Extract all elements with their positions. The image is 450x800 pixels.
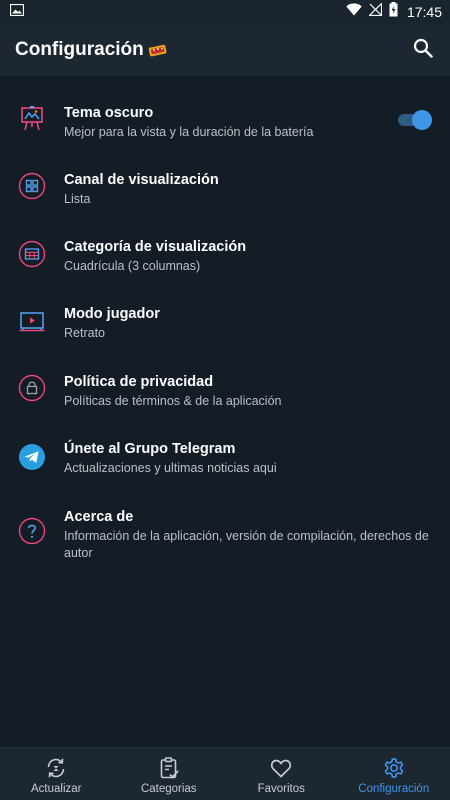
telegram-icon	[17, 442, 47, 472]
heart-icon	[268, 755, 294, 781]
setting-subtitle: Actualizaciones y ultimas noticias aqui	[64, 461, 277, 475]
setting-title: Modo jugador	[64, 306, 160, 322]
setting-subtitle: Retrato	[64, 326, 105, 340]
question-icon	[17, 516, 47, 546]
setting-title: Acerca de	[64, 509, 134, 525]
setting-player-mode[interactable]: Modo jugador Retrato	[0, 305, 450, 365]
status-time: 17:45	[406, 4, 442, 20]
setting-privacy-policy[interactable]: Política de privacidad Políticas de térm…	[0, 373, 450, 433]
setting-title: Canal de visualización	[64, 172, 219, 188]
nav-label: Favoritos	[257, 783, 305, 795]
refresh-icon	[43, 755, 69, 781]
dark-theme-toggle[interactable]	[398, 110, 432, 130]
search-icon	[413, 38, 433, 63]
setting-channel-view[interactable]: Canal de visualización Lista	[0, 171, 450, 231]
nav-favorites[interactable]: Favoritos	[225, 748, 338, 800]
nav-label: Configuración	[358, 783, 430, 795]
theme-easel-icon	[17, 104, 47, 134]
no-signal-icon	[368, 2, 383, 21]
setting-title: Tema oscuro	[64, 105, 154, 121]
app-bar: Configuración	[0, 24, 450, 76]
setting-title: Únete al Grupo Telegram	[64, 441, 236, 457]
clipboard-check-icon	[156, 755, 182, 781]
status-bar: 17:45	[0, 0, 450, 24]
subtitle-line: Información de la aplicación, versión de…	[64, 529, 429, 543]
page-title: Configuración	[15, 39, 144, 60]
setting-telegram-group[interactable]: Únete al Grupo Telegram Actualizaciones …	[0, 440, 450, 500]
tv-player-icon	[17, 307, 47, 337]
wifi-icon	[346, 3, 362, 21]
setting-category-view[interactable]: Categoría de visualización Cuadrícula (3…	[0, 238, 450, 298]
nav-label: Actualizar	[31, 783, 82, 795]
table-icon	[17, 239, 47, 269]
bottom-nav: Actualizar Categorias Favoritos Configur…	[0, 747, 450, 800]
gear-icon	[381, 755, 407, 781]
lock-icon	[17, 373, 47, 403]
setting-subtitle: Cuadrícula (3 columnas)	[64, 259, 201, 273]
nav-categories[interactable]: Categorias	[113, 748, 226, 800]
setting-subtitle: Mejor para la vista y la duración de la …	[64, 125, 314, 139]
setting-subtitle: Lista	[64, 192, 91, 206]
grid-icon	[17, 171, 47, 201]
setting-subtitle: Información de la aplicación, versión de…	[64, 528, 429, 562]
setting-title: Política de privacidad	[64, 374, 214, 390]
setting-subtitle: Políticas de términos & de la aplicación	[64, 394, 282, 408]
search-button[interactable]	[410, 37, 436, 63]
toggle-thumb	[412, 110, 432, 130]
subtitle-line: autor	[64, 546, 93, 560]
setting-title: Categoría de visualización	[64, 239, 247, 255]
battery-charging-icon	[389, 2, 398, 22]
nav-label: Categorias	[140, 783, 197, 795]
image-icon	[9, 3, 25, 21]
setting-dark-theme[interactable]: Tema oscuro Mejor para la vista y la dur…	[0, 76, 450, 144]
nav-settings[interactable]: Configuración	[338, 748, 450, 800]
logo-icon	[148, 43, 168, 57]
setting-about[interactable]: Acerca de Información de la aplicación, …	[0, 508, 450, 568]
nav-refresh[interactable]: Actualizar	[0, 748, 113, 800]
